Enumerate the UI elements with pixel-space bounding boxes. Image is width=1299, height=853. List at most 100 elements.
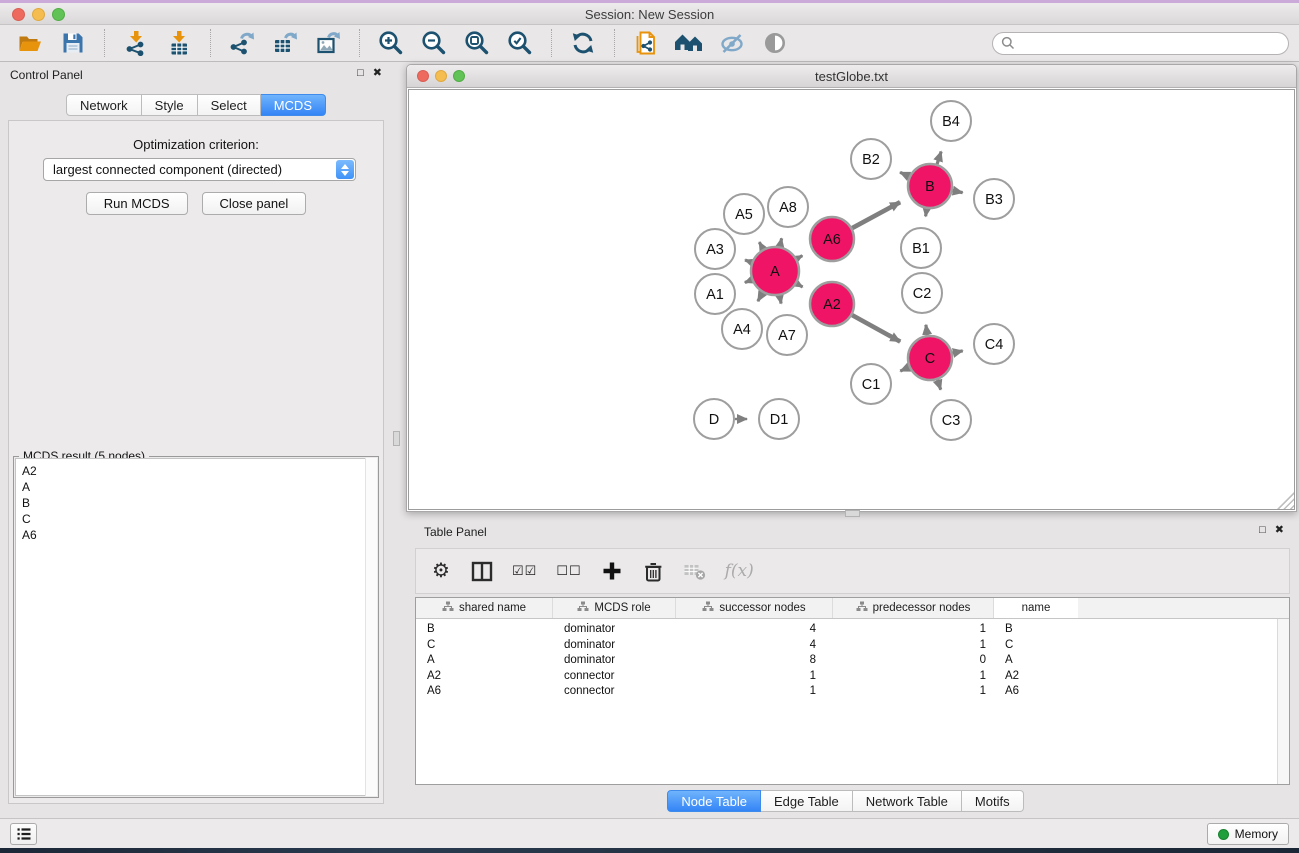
- table-cell[interactable]: A: [994, 653, 1078, 669]
- table-row[interactable]: Cdominator41C: [416, 638, 1289, 654]
- table-cell[interactable]: 0: [833, 653, 994, 669]
- import-table-icon[interactable]: [161, 28, 197, 58]
- delete-table-icon[interactable]: [683, 558, 706, 584]
- import-network-icon[interactable]: [118, 28, 154, 58]
- mcds-result-item[interactable]: A6: [22, 527, 370, 543]
- tab-select[interactable]: Select: [198, 94, 261, 116]
- table-cell[interactable]: C: [416, 638, 553, 654]
- column-header-predecessor-nodes[interactable]: predecessor nodes: [833, 598, 994, 618]
- graph-edge-A-A6[interactable]: [797, 256, 803, 259]
- graph-edge-A-A2[interactable]: [797, 284, 803, 287]
- column-header-MCDS-role[interactable]: MCDS role: [553, 598, 676, 618]
- table-cell[interactable]: 4: [676, 638, 833, 654]
- table-cell[interactable]: dominator: [553, 638, 676, 654]
- tab-mcds[interactable]: MCDS: [261, 94, 326, 116]
- table-cell[interactable]: 1: [676, 669, 833, 685]
- column-header-name[interactable]: name: [994, 598, 1078, 618]
- table-cell[interactable]: A: [416, 653, 553, 669]
- zoom-fit-icon[interactable]: [459, 28, 495, 58]
- show-graphics-details-icon[interactable]: [757, 28, 793, 58]
- double-home-icon[interactable]: [671, 28, 707, 58]
- close-panel-icon[interactable]: ✖: [373, 67, 382, 80]
- result-list-scrollbar[interactable]: [365, 458, 377, 796]
- network-search-box[interactable]: [992, 32, 1289, 55]
- graph-edge-A6-B[interactable]: [852, 202, 900, 228]
- graph-edge-A-A8[interactable]: [780, 238, 782, 246]
- table-cell[interactable]: B: [994, 622, 1078, 638]
- table-cell[interactable]: connector: [553, 669, 676, 685]
- zoom-out-icon[interactable]: [416, 28, 452, 58]
- float-panel-icon[interactable]: □: [357, 67, 364, 80]
- refresh-layout-icon[interactable]: [565, 28, 601, 58]
- column-header-shared-name[interactable]: shared name: [416, 598, 553, 618]
- graph-edge-C-C1[interactable]: [900, 367, 909, 371]
- zoom-in-icon[interactable]: [373, 28, 409, 58]
- mcds-result-item[interactable]: A: [22, 479, 370, 495]
- horizontal-split-grip[interactable]: [845, 510, 860, 517]
- table-cell[interactable]: 1: [833, 622, 994, 638]
- save-session-icon[interactable]: [55, 28, 91, 58]
- table-scrollbar[interactable]: [1277, 619, 1289, 784]
- graph-edge-C-C3[interactable]: [937, 380, 940, 390]
- graph-edge-A2-C[interactable]: [852, 315, 900, 341]
- table-cell[interactable]: 1: [833, 684, 994, 700]
- tab-network-table[interactable]: Network Table: [853, 790, 962, 812]
- mcds-result-list[interactable]: A2ABCA6: [15, 458, 377, 796]
- table-cell[interactable]: 1: [676, 684, 833, 700]
- network-graph[interactable]: B4B2BB3A5A8A6A3AB1A1C2A2A4A7CC4C1C3DD1: [409, 90, 1296, 511]
- export-network-icon[interactable]: [224, 28, 260, 58]
- table-row[interactable]: Adominator80A: [416, 653, 1289, 669]
- graph-edge-A-A1[interactable]: [745, 280, 752, 283]
- graph-edge-B-B2[interactable]: [900, 172, 909, 176]
- table-row[interactable]: A6connector11A6: [416, 684, 1289, 700]
- function-builder-icon[interactable]: f(x): [725, 558, 754, 584]
- export-table-icon[interactable]: [267, 28, 303, 58]
- table-cell[interactable]: A2: [994, 669, 1078, 685]
- graph-edge-B-B1[interactable]: [926, 209, 927, 217]
- select-all-columns-icon[interactable]: ☑☑: [512, 558, 537, 584]
- table-cell[interactable]: C: [994, 638, 1078, 654]
- search-input[interactable]: [1020, 36, 1280, 50]
- table-cell[interactable]: dominator: [553, 622, 676, 638]
- table-cell[interactable]: A6: [416, 684, 553, 700]
- memory-button[interactable]: Memory: [1207, 823, 1289, 845]
- tab-style[interactable]: Style: [142, 94, 198, 116]
- table-cell[interactable]: connector: [553, 684, 676, 700]
- tab-network[interactable]: Network: [66, 94, 142, 116]
- table-cell[interactable]: A2: [416, 669, 553, 685]
- tab-edge-table[interactable]: Edge Table: [761, 790, 853, 812]
- export-image-icon[interactable]: [310, 28, 346, 58]
- network-canvas[interactable]: B4B2BB3A5A8A6A3AB1A1C2A2A4A7CC4C1C3DD1: [408, 89, 1295, 510]
- table-settings-gear-icon[interactable]: ⚙: [430, 558, 452, 584]
- close-table-panel-icon[interactable]: ✖: [1275, 524, 1284, 537]
- column-header-successor-nodes[interactable]: successor nodes: [676, 598, 833, 618]
- graph-edge-A-A3[interactable]: [745, 260, 751, 262]
- hide-graphics-details-icon[interactable]: [714, 28, 750, 58]
- close-panel-button[interactable]: Close panel: [202, 192, 307, 215]
- graph-edge-A-A7[interactable]: [780, 296, 781, 304]
- table-cell[interactable]: 8: [676, 653, 833, 669]
- deselect-all-columns-icon[interactable]: ☐☐: [556, 558, 581, 584]
- table-cell[interactable]: 1: [833, 669, 994, 685]
- table-cell[interactable]: dominator: [553, 653, 676, 669]
- graph-edge-B-B3[interactable]: [953, 191, 963, 193]
- graph-edge-B-B4[interactable]: [937, 151, 941, 164]
- vertical-split-grip[interactable]: [393, 431, 400, 446]
- task-history-button[interactable]: [10, 823, 37, 845]
- table-cell[interactable]: B: [416, 622, 553, 638]
- graph-edge-C-C2[interactable]: [926, 325, 927, 335]
- table-cell[interactable]: 1: [833, 638, 994, 654]
- graph-edge-A-A4[interactable]: [758, 293, 763, 301]
- mcds-result-item[interactable]: B: [22, 495, 370, 511]
- delete-icon[interactable]: [642, 558, 664, 584]
- tab-node-table[interactable]: Node Table: [667, 790, 761, 812]
- table-cell[interactable]: A6: [994, 684, 1078, 700]
- zoom-selected-icon[interactable]: [502, 28, 538, 58]
- table-cell[interactable]: 4: [676, 622, 833, 638]
- show-columns-icon[interactable]: [471, 558, 493, 584]
- table-row[interactable]: A2connector11A2: [416, 669, 1289, 685]
- float-table-panel-icon[interactable]: □: [1259, 524, 1266, 537]
- mcds-result-item[interactable]: A2: [22, 463, 370, 479]
- table-row[interactable]: Bdominator41B: [416, 622, 1289, 638]
- criterion-dropdown[interactable]: largest connected component (directed): [43, 158, 356, 181]
